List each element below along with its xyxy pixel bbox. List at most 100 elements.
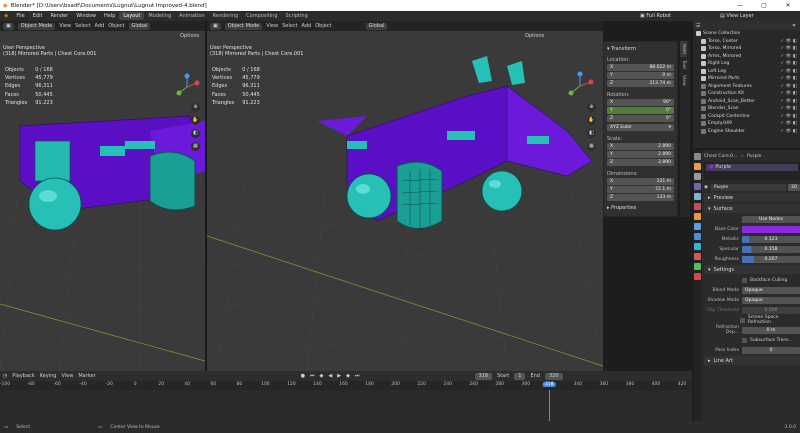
scale-z-field[interactable]: Z 2.890 bbox=[607, 159, 674, 166]
visibility-toggles-icon[interactable]: ✓ 👁 ◧ bbox=[780, 106, 800, 111]
playhead[interactable] bbox=[549, 390, 551, 421]
hand-pan-icon[interactable]: ✋ bbox=[191, 116, 200, 125]
grid-icon[interactable]: ▦ bbox=[191, 142, 200, 151]
jump-start-icon[interactable]: ⏮ bbox=[310, 373, 315, 379]
outliner-item[interactable]: Torso, Center ✓ 👁 ◧ bbox=[693, 38, 800, 46]
rotation-x-field[interactable]: X 90° bbox=[607, 99, 674, 106]
location-z-field[interactable]: Z 213.74 m bbox=[607, 80, 674, 87]
view-layer-tab-icon[interactable] bbox=[694, 183, 701, 190]
tab-item[interactable]: Item bbox=[680, 41, 687, 58]
record-button[interactable]: ● bbox=[301, 373, 305, 379]
scene-selector[interactable]: ▣ Full Robot bbox=[640, 13, 671, 19]
dimension-x-field[interactable]: X 121 m bbox=[607, 178, 674, 185]
viewport-right[interactable]: ▣ Object Mode View Select Add Object Glo… bbox=[207, 21, 603, 371]
maximize-button[interactable]: ▢ bbox=[752, 0, 776, 11]
start-frame-field[interactable]: 1 bbox=[514, 372, 526, 380]
menu-add[interactable]: Add bbox=[95, 23, 105, 29]
visibility-toggles-icon[interactable]: ✓ 👁 ◧ bbox=[780, 54, 800, 59]
settings-section[interactable]: ▾ Settings bbox=[704, 265, 800, 274]
outliner-item[interactable]: Cockpit Centerline ✓ 👁 ◧ bbox=[693, 113, 800, 121]
menu-view[interactable]: View bbox=[266, 23, 278, 29]
filter-icon[interactable]: ⏷ bbox=[792, 23, 800, 29]
outliner-item[interactable]: Engine Shoulder ✓ 👁 ◧ bbox=[693, 128, 800, 136]
dimension-y-field[interactable]: Y 72.1 m bbox=[607, 186, 674, 193]
visibility-toggles-icon[interactable]: ✓ 👁 ◧ bbox=[780, 61, 800, 66]
particles-tab-icon[interactable] bbox=[694, 233, 701, 240]
refraction-depth-field[interactable]: 0 m bbox=[742, 326, 800, 334]
play-reverse-icon[interactable]: ◀ bbox=[328, 373, 332, 379]
transform-section-header[interactable]: ▾ Transform bbox=[607, 46, 674, 52]
visibility-toggles-icon[interactable]: ✓ 👁 ◧ bbox=[780, 91, 800, 96]
current-frame-field[interactable]: 318 bbox=[474, 372, 493, 380]
menu-select[interactable]: Select bbox=[75, 23, 90, 29]
blender-menu-icon[interactable]: ◉ bbox=[0, 13, 12, 19]
menu-help[interactable]: Help bbox=[100, 13, 119, 19]
outliner-item[interactable]: Left Leg ✓ 👁 ◧ bbox=[693, 68, 800, 76]
physics-tab-icon[interactable] bbox=[694, 243, 701, 250]
output-tab-icon[interactable] bbox=[694, 173, 701, 180]
menu-edit[interactable]: Edit bbox=[29, 13, 47, 19]
clip-threshold-field[interactable]: 0.500 bbox=[742, 306, 800, 314]
screen-space-checkbox[interactable] bbox=[740, 317, 745, 323]
object-tab-icon[interactable] bbox=[694, 213, 701, 220]
location-x-field[interactable]: X 88.022 m bbox=[607, 64, 674, 71]
tab-compositing[interactable]: Compositing bbox=[242, 12, 281, 20]
jump-end-icon[interactable]: ⏭ bbox=[355, 373, 360, 379]
menu-view[interactable]: View bbox=[61, 373, 73, 379]
data-tab-icon[interactable] bbox=[694, 263, 701, 270]
material-name-field[interactable]: Purple bbox=[710, 183, 786, 191]
transform-orientation[interactable]: Global bbox=[128, 22, 151, 30]
visibility-toggles-icon[interactable]: ✓ 👁 ◧ bbox=[780, 76, 800, 81]
tab-modeling[interactable]: Modeling bbox=[144, 12, 175, 20]
location-y-field[interactable]: Y0 m bbox=[607, 72, 674, 79]
visibility-toggles-icon[interactable]: ✓ 👁 ◧ bbox=[780, 84, 800, 89]
shadow-mode-dropdown[interactable]: Opaque bbox=[742, 296, 800, 304]
outliner-item[interactable]: Mirrored Parts ✓ 👁 ◧ bbox=[693, 75, 800, 83]
surface-section[interactable]: ▾ Surface bbox=[704, 204, 800, 213]
menu-render[interactable]: Render bbox=[46, 13, 72, 19]
hand-pan-icon[interactable]: ✋ bbox=[587, 116, 596, 125]
world-tab-icon[interactable] bbox=[694, 203, 701, 210]
use-nodes-button[interactable]: Use Nodes bbox=[742, 215, 800, 223]
tool-tab-icon[interactable] bbox=[694, 153, 701, 160]
material-slot-list[interactable]: ■ Purple bbox=[704, 162, 800, 180]
viewport-left[interactable]: ▣ Object Mode View Select Add Object Glo… bbox=[0, 21, 205, 371]
outliner-item[interactable]: Alignment Features ✓ 👁 ◧ bbox=[693, 83, 800, 91]
visibility-toggles-icon[interactable]: ✓ 👁 ◧ bbox=[780, 46, 800, 51]
outliner-item[interactable]: Arms, Mirrored ✓ 👁 ◧ bbox=[693, 53, 800, 61]
outliner-item[interactable]: Right Leg ✓ 👁 ◧ bbox=[693, 60, 800, 68]
transform-orientation[interactable]: Global bbox=[365, 22, 388, 30]
tab-rendering[interactable]: Rendering bbox=[209, 12, 243, 20]
navigation-gizmo[interactable] bbox=[173, 73, 201, 101]
menu-view[interactable]: View bbox=[59, 23, 71, 29]
rotation-y-field[interactable]: Y 0° bbox=[607, 107, 674, 114]
end-frame-field[interactable]: 320 bbox=[544, 372, 563, 380]
base-color-field[interactable] bbox=[742, 225, 800, 233]
editor-type-button[interactable]: ▣ bbox=[3, 22, 14, 30]
menu-window[interactable]: Window bbox=[72, 13, 100, 19]
visibility-toggles-icon[interactable]: ✓ 👁 ◧ bbox=[780, 121, 800, 126]
timeline-editor-icon[interactable]: ◷ bbox=[3, 373, 7, 379]
menu-select[interactable]: Select bbox=[282, 23, 297, 29]
zoom-icon[interactable]: ⊕ bbox=[191, 103, 200, 112]
rotation-mode-dropdown[interactable]: XYZ Euler ▾ bbox=[607, 124, 674, 131]
tab-layout[interactable]: Layout bbox=[119, 12, 145, 20]
properties-section-header[interactable]: ▸ Properties bbox=[607, 205, 674, 211]
subsurface-checkbox[interactable] bbox=[742, 337, 747, 343]
visibility-toggles-icon[interactable]: ✓ 👁 ◧ bbox=[780, 114, 800, 119]
material-users-count[interactable]: 20 bbox=[788, 183, 800, 191]
pass-index-field[interactable]: 0 bbox=[742, 346, 800, 354]
timeline-track[interactable] bbox=[0, 390, 692, 421]
grid-icon[interactable]: ▦ bbox=[587, 142, 596, 151]
tab-tool[interactable]: Tool bbox=[680, 57, 687, 72]
menu-object[interactable]: Object bbox=[315, 23, 331, 29]
mode-selector[interactable]: Object Mode bbox=[224, 22, 263, 30]
line-art-section[interactable]: ▸ Line Art bbox=[704, 356, 800, 365]
mode-selector[interactable]: Object Mode bbox=[17, 22, 56, 30]
options-dropdown[interactable]: Options bbox=[525, 33, 544, 39]
scale-y-field[interactable]: Y 2.890 bbox=[607, 151, 674, 158]
specular-field[interactable]: 0.158 bbox=[742, 245, 800, 253]
minimize-button[interactable]: — bbox=[728, 0, 752, 11]
tab-animation[interactable]: Animation bbox=[175, 12, 209, 20]
outliner-item[interactable]: Empty.049 ✓ 👁 ◧ bbox=[693, 120, 800, 128]
